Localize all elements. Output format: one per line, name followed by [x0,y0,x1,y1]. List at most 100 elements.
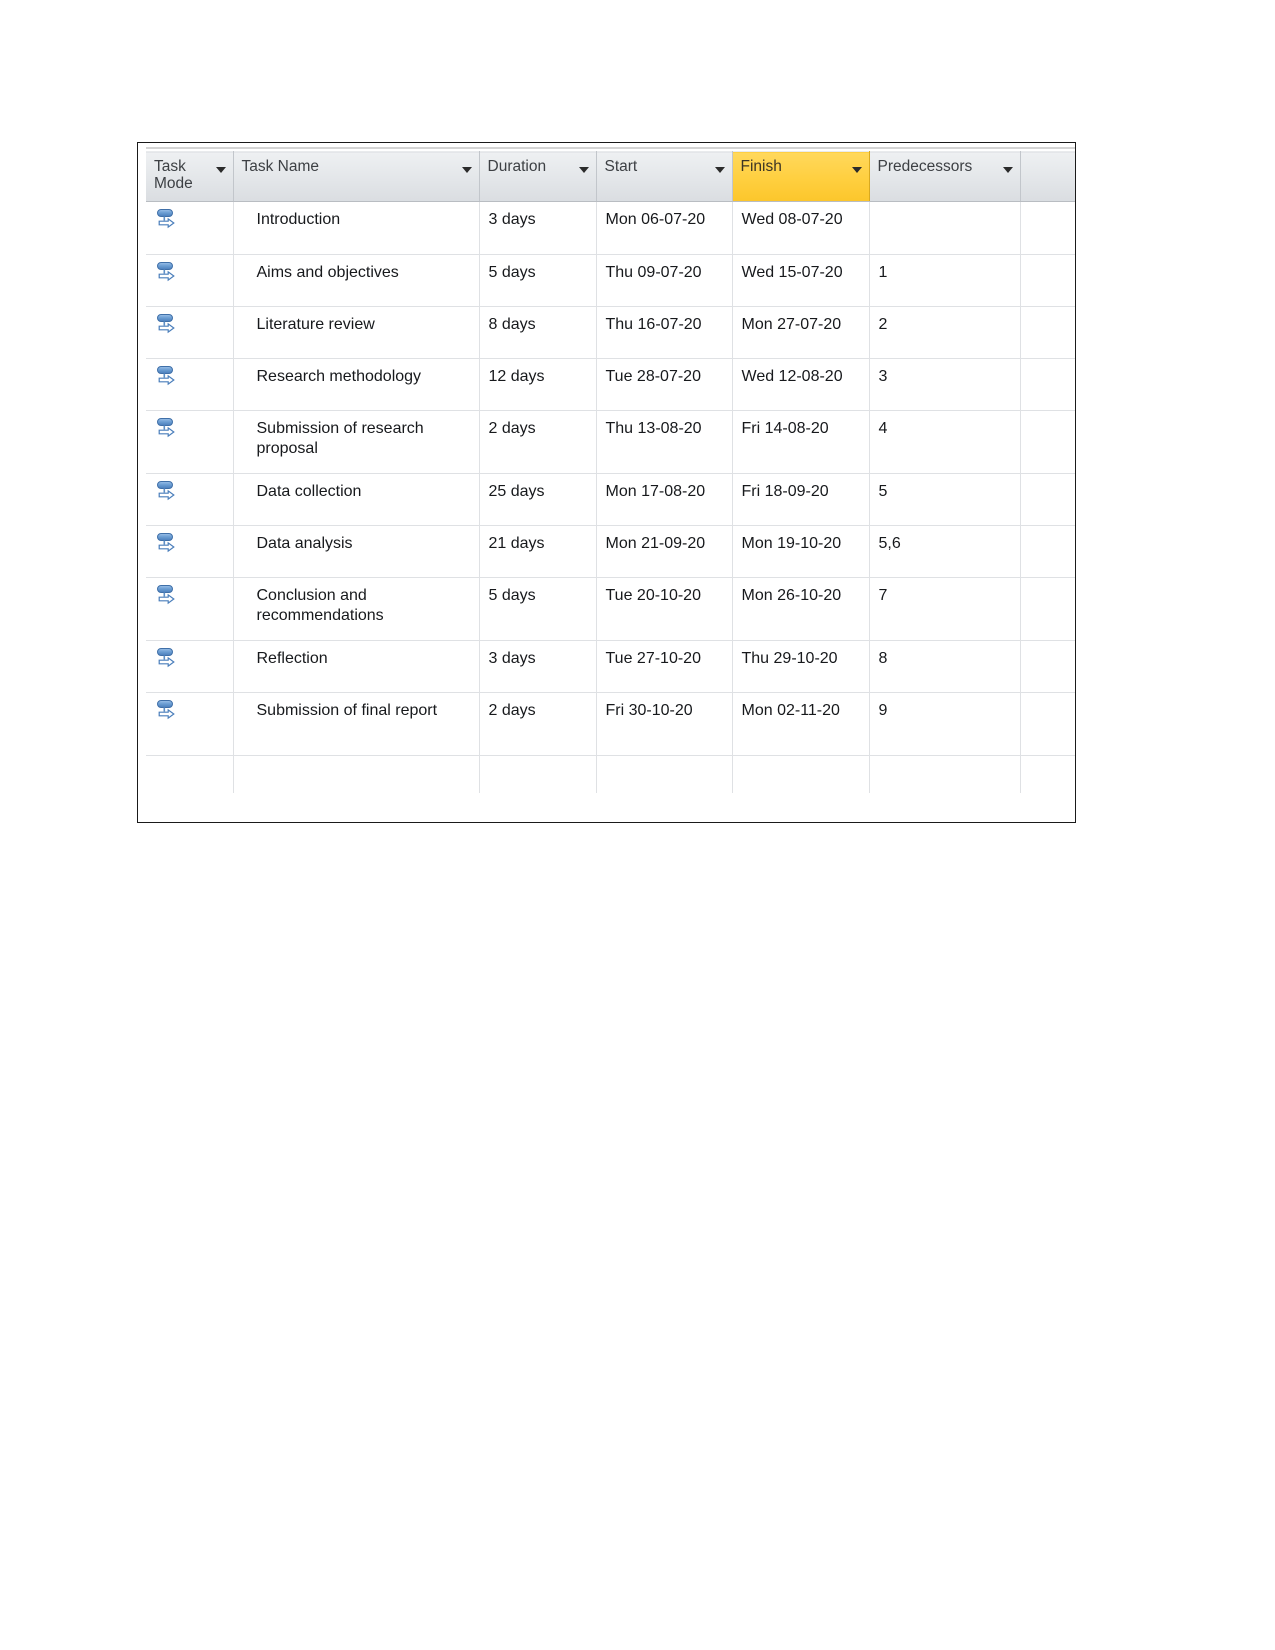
cell-predecessors[interactable]: 3 [869,358,1021,411]
cell-duration[interactable]: 3 days [479,640,597,693]
table-row[interactable]: Submission of final report 2 days Fri 30-1… [146,692,1075,756]
cell-finish[interactable]: Mon 26-10-20 [732,577,870,641]
cell-task-name[interactable]: Conclusion and recommendations [233,577,480,641]
cell-finish[interactable]: Thu 29-10-20 [732,640,870,693]
cell-predecessors[interactable] [869,201,1021,255]
filter-arrow-icon[interactable] [714,167,725,173]
table-row-empty[interactable] [146,755,1075,794]
table-row[interactable]: Aims and objectives 5 days Thu 09-07-20 Wed… [146,254,1075,307]
cell-start[interactable]: Thu 13-08-20 [596,410,733,474]
cell-duration[interactable]: 5 days [479,577,597,641]
cell-start[interactable]: Fri 30-10-20 [596,692,733,756]
cell-duration[interactable]: 12 days [479,358,597,411]
cell-predecessors[interactable]: 4 [869,410,1021,474]
column-header-start[interactable]: Start [596,151,733,202]
auto-scheduled-task-icon[interactable] [156,364,182,390]
cell-duration[interactable]: 2 days [479,692,597,756]
table-row[interactable]: Data analysis 21 days Mon 21-09-20 Mon 19-1… [146,525,1075,578]
cell-task-name[interactable]: Submission of research proposal [233,410,480,474]
cell-task-mode[interactable] [146,410,234,474]
filter-arrow-icon[interactable] [851,167,862,173]
cell-start[interactable]: Tue 20-10-20 [596,577,733,641]
cell-start[interactable]: Mon 06-07-20 [596,201,733,255]
cell-empty[interactable] [1020,755,1075,794]
cell-next-partial[interactable] [1020,692,1075,756]
cell-task-name[interactable]: Data analysis [233,525,480,578]
cell-next-partial[interactable] [1020,640,1075,693]
cell-finish[interactable]: Mon 02-11-20 [732,692,870,756]
cell-task-mode[interactable] [146,358,234,411]
cell-predecessors[interactable]: 2 [869,306,1021,359]
filter-arrow-icon[interactable] [215,167,226,173]
cell-finish[interactable]: Fri 14-08-20 [732,410,870,474]
cell-predecessors[interactable]: 1 [869,254,1021,307]
cell-empty[interactable] [146,755,234,794]
column-header-next-partial[interactable] [1020,151,1075,202]
column-header-predecessors[interactable]: Predecessors [869,151,1021,202]
cell-finish[interactable]: Wed 12-08-20 [732,358,870,411]
cell-task-name[interactable]: Submission of final report [233,692,480,756]
cell-task-mode[interactable] [146,577,234,641]
cell-next-partial[interactable] [1020,306,1075,359]
cell-predecessors[interactable]: 9 [869,692,1021,756]
cell-task-name[interactable]: Data collection [233,473,480,526]
table-row[interactable]: Introduction 3 days Mon 06-07-20 Wed 08-07-… [146,201,1075,255]
auto-scheduled-task-icon[interactable] [156,698,182,724]
auto-scheduled-task-icon[interactable] [156,479,182,505]
cell-start[interactable]: Mon 17-08-20 [596,473,733,526]
cell-predecessors[interactable]: 5 [869,473,1021,526]
cell-finish[interactable]: Fri 18-09-20 [732,473,870,526]
column-header-finish[interactable]: Finish [731,151,870,202]
auto-scheduled-task-icon[interactable] [156,646,182,672]
cell-empty[interactable] [596,755,733,794]
cell-task-mode[interactable] [146,640,234,693]
column-header-task-mode[interactable]: Task Mode [146,151,234,202]
cell-duration[interactable]: 8 days [479,306,597,359]
cell-empty[interactable] [732,755,870,794]
cell-empty[interactable] [233,755,480,794]
cell-predecessors[interactable]: 5,6 [869,525,1021,578]
table-row[interactable]: Data collection 25 days Mon 17-08-20 Fri 18… [146,473,1075,526]
cell-task-name[interactable]: Introduction [233,201,480,255]
cell-next-partial[interactable] [1020,473,1075,526]
table-row[interactable]: Literature review 8 days Thu 16-07-20 Mon 2… [146,306,1075,359]
cell-duration[interactable]: 25 days [479,473,597,526]
filter-arrow-icon[interactable] [461,167,472,173]
auto-scheduled-task-icon[interactable] [156,531,182,557]
auto-scheduled-task-icon[interactable] [156,312,182,338]
cell-start[interactable]: Thu 09-07-20 [596,254,733,307]
cell-duration[interactable]: 2 days [479,410,597,474]
cell-start[interactable]: Mon 21-09-20 [596,525,733,578]
cell-next-partial[interactable] [1020,254,1075,307]
cell-predecessors[interactable]: 7 [869,577,1021,641]
cell-duration[interactable]: 3 days [479,201,597,255]
cell-task-name[interactable]: Aims and objectives [233,254,480,307]
cell-next-partial[interactable] [1020,577,1075,641]
cell-task-name[interactable]: Literature review [233,306,480,359]
cell-duration[interactable]: 5 days [479,254,597,307]
table-row[interactable]: Research methodology 12 days Tue 28-07-20 W… [146,358,1075,411]
cell-task-mode[interactable] [146,306,234,359]
cell-next-partial[interactable] [1020,410,1075,474]
table-row[interactable]: Submission of research proposal 2 days Thu… [146,410,1075,474]
cell-next-partial[interactable] [1020,525,1075,578]
table-row[interactable]: Reflection 3 days Tue 27-10-20 Thu 29-10-20… [146,640,1075,693]
auto-scheduled-task-icon[interactable] [156,416,182,442]
cell-empty[interactable] [479,755,597,794]
cell-task-mode[interactable] [146,201,234,255]
cell-finish[interactable]: Wed 15-07-20 [732,254,870,307]
cell-task-mode[interactable] [146,254,234,307]
auto-scheduled-task-icon[interactable] [156,583,182,609]
cell-task-mode[interactable] [146,692,234,756]
auto-scheduled-task-icon[interactable] [156,260,182,286]
filter-arrow-icon[interactable] [578,167,589,173]
cell-start[interactable]: Tue 28-07-20 [596,358,733,411]
cell-task-mode[interactable] [146,525,234,578]
cell-finish[interactable]: Mon 27-07-20 [732,306,870,359]
column-header-duration[interactable]: Duration [479,151,597,202]
cell-empty[interactable] [869,755,1021,794]
cell-task-mode[interactable] [146,473,234,526]
table-row[interactable]: Conclusion and recommendations 5 days Tue … [146,577,1075,641]
auto-scheduled-task-icon[interactable] [156,207,182,233]
column-header-task-name[interactable]: Task Name [233,151,480,202]
